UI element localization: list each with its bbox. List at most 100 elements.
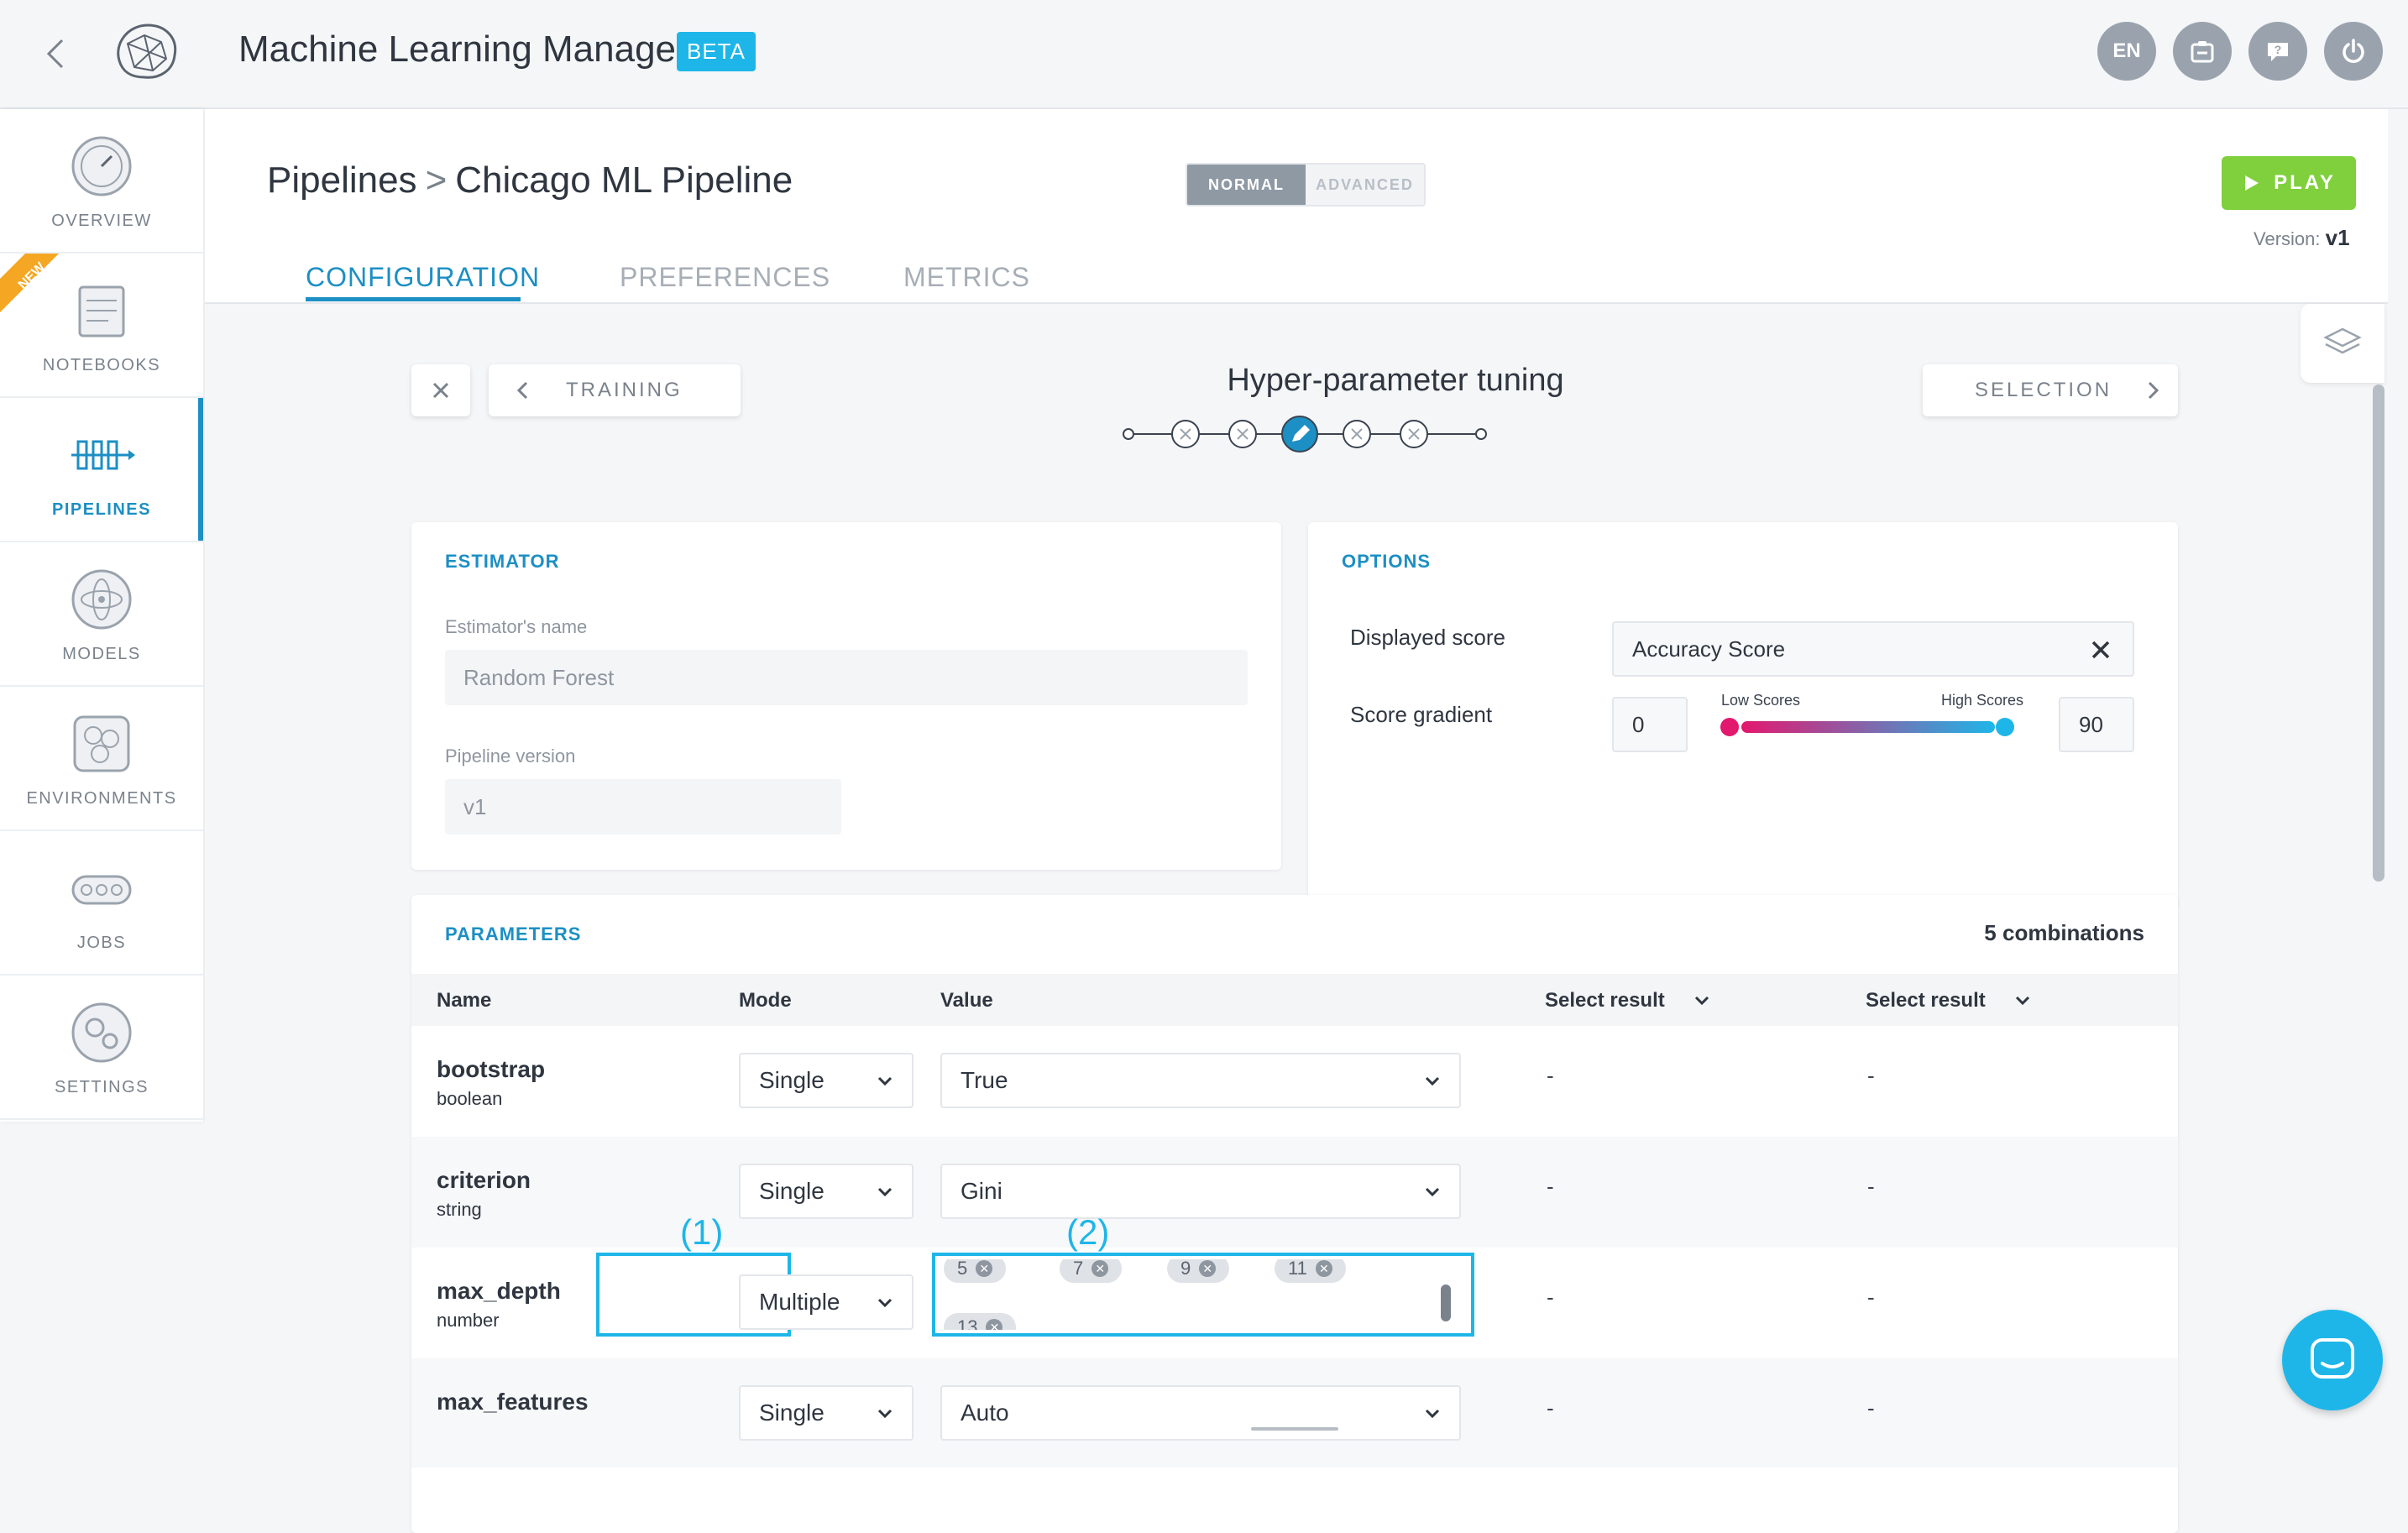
mode-advanced-button[interactable]: ADVANCED [1306,165,1424,205]
sidebar-item-label: SETTINGS [54,1078,149,1096]
high-scores-label: High Scores [1941,692,2024,709]
options-card: OPTIONS Displayed score Accuracy Score S… [1308,522,2178,908]
value-chip[interactable]: 11 ✕ [1275,1259,1346,1283]
sidebar-item-environments[interactable]: ENVIRONMENTS [0,687,203,831]
value-chip[interactable]: 13 ✕ [944,1313,1017,1330]
mode-normal-button[interactable]: NORMAL [1187,165,1306,205]
language-button[interactable]: EN [2097,22,2156,81]
bottom-drag-handle[interactable] [1251,1427,1338,1431]
mode-select[interactable]: Multiple [739,1274,913,1330]
notes-button[interactable] [2173,22,2232,81]
environment-icon [73,715,130,772]
svg-text:?: ? [2275,43,2282,56]
value-select[interactable]: Gini [940,1164,1461,1219]
breadcrumb-root[interactable]: Pipelines [267,160,417,201]
beta-badge: BETA [677,32,756,71]
value-chip[interactable]: 9 ✕ [1167,1259,1230,1283]
chevron-down-icon [2016,996,2030,1006]
clipboard-icon [2191,41,2214,63]
chevron-down-icon [877,1187,893,1197]
tab-preferences[interactable]: PREFERENCES [620,262,830,293]
estimator-card: ESTIMATOR Estimator's name Random Forest… [411,522,1281,870]
col-select-result-2[interactable]: Select result [1866,989,2031,1012]
prev-step-button[interactable]: TRAINING [489,364,741,416]
mode-select[interactable]: Single [739,1053,913,1108]
chevron-right-icon [2148,381,2159,400]
chevron-down-icon [877,1076,893,1086]
clear-icon[interactable] [2091,640,2111,660]
param-type: string [437,1199,482,1220]
value-text: Auto [961,1400,1009,1426]
sidebar-item-label: PIPELINES [52,500,151,519]
sidebar-item-pipelines[interactable]: PIPELINES [0,398,203,542]
remove-chip-icon[interactable]: ✕ [986,1319,1003,1330]
col-select-result-1[interactable]: Select result [1545,989,1710,1012]
result-1: - [1547,1063,1554,1088]
gradient-min-input[interactable]: 0 [1612,697,1688,752]
mode-select[interactable]: Single [739,1385,913,1441]
combinations-count: 5 combinations [1984,920,2144,945]
main-content: Pipelines > Chicago ML Pipeline NORMAL ADV… [205,109,2388,1533]
tab-metrics[interactable]: METRICS [903,262,1030,293]
sidebar-item-settings[interactable]: SETTINGS [0,976,203,1120]
table-header: Name Mode Value Select result Select res… [411,974,2178,1026]
back-arrow-icon[interactable] [40,34,74,74]
play-button[interactable]: PLAY [2222,156,2356,210]
value-chip[interactable]: 5 ✕ [944,1259,1007,1283]
brain-logo-icon [117,24,177,79]
gradient-max-input[interactable]: 90 [2059,697,2134,752]
param-name: max_features [437,1389,589,1415]
close-button[interactable] [411,364,470,416]
version-value: v1 [2325,225,2350,250]
value-select[interactable]: True [940,1053,1461,1108]
value-select[interactable]: Auto [940,1385,1461,1441]
mode-toggle[interactable]: NORMAL ADVANCED [1186,163,1426,207]
col-name: Name [437,989,492,1012]
layers-button[interactable] [2301,304,2384,383]
mode-select[interactable]: Single [739,1164,913,1219]
chips-scrollbar[interactable] [1441,1284,1451,1321]
page-scrollbar[interactable] [2373,385,2384,882]
remove-chip-icon[interactable]: ✕ [1315,1260,1332,1277]
value-chips[interactable]: 5 ✕ 7 ✕ 9 ✕ 11 ✕ 13 ✕ [940,1259,1461,1330]
atom-icon [71,569,132,630]
estimator-name-label: Estimator's name [445,616,588,637]
power-icon [2343,39,2364,63]
prev-step-label: TRAINING [566,379,683,401]
mode-value: Multiple [759,1289,840,1315]
chat-button[interactable] [2282,1310,2383,1410]
remove-chip-icon[interactable]: ✕ [1091,1260,1109,1277]
score-gradient-slider[interactable] [1720,714,2022,739]
value-chip[interactable]: 7 ✕ [1060,1259,1123,1283]
sidebar-item-label: NOTEBOOKS [42,356,161,374]
sidebar-item-label: ENVIRONMENTS [26,789,177,808]
table-row: criterion string Single Gini - - [411,1137,2178,1248]
value-text: Gini [961,1178,1002,1204]
breadcrumb-separator: > [425,160,448,201]
sidebar-item-notebooks[interactable]: NEW NOTEBOOKS [0,254,203,398]
remove-chip-icon[interactable]: ✕ [976,1260,993,1277]
parameters-card: PARAMETERS 5 combinations Name Mode Valu… [411,895,2178,1533]
col-select-result-label: Select result [1866,989,1986,1012]
logout-button[interactable] [2324,22,2383,81]
param-type: boolean [437,1088,503,1109]
next-step-label: SELECTION [1975,379,2112,401]
conveyor-icon [71,875,132,905]
tab-configuration[interactable]: CONFIGURATION [306,262,540,293]
low-scores-label: Low Scores [1721,692,1801,709]
breadcrumb: Pipelines > Chicago ML Pipeline [267,160,793,201]
new-ribbon-icon: NEW [0,254,59,312]
help-chat-icon: ? [2268,43,2288,61]
displayed-score-select[interactable]: Accuracy Score [1612,621,2134,677]
sidebar-item-jobs[interactable]: JOBS [0,831,203,976]
step-progress [1123,416,1487,453]
layers-icon [2323,327,2362,354]
sidebar-item-models[interactable]: MODELS [0,542,203,687]
next-step-button[interactable]: SELECTION [1923,364,2178,416]
help-button[interactable]: ? [2248,22,2307,81]
sidebar-item-overview[interactable]: OVERVIEW [0,109,203,254]
table-row: max_features Single Auto - - [411,1358,2178,1468]
mode-value: Single [759,1067,824,1093]
pipeline-icon [71,440,135,470]
remove-chip-icon[interactable]: ✕ [1199,1260,1217,1277]
